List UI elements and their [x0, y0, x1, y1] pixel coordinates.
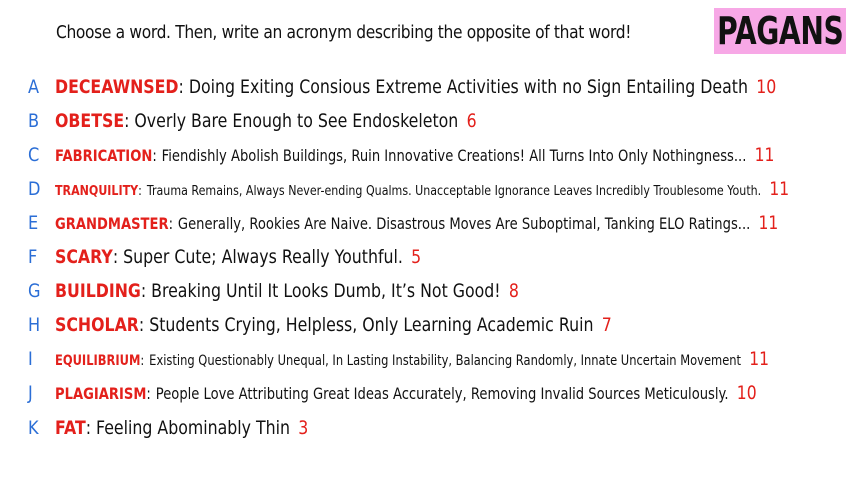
colon: : — [124, 110, 130, 132]
entry-acronym: Feeling Abominably Thin — [96, 417, 290, 439]
colon: : — [112, 246, 119, 268]
entry-content: FAT: Feeling Abominably Thin 3 — [55, 417, 308, 439]
entry-content: DECEAWNSED: Doing Exiting Consious Extre… — [55, 76, 776, 98]
entry-letter: K — [28, 417, 39, 439]
entry-7: H SCHOLAR: Students Crying, Helpless, On… — [28, 310, 726, 340]
entry-0: A DECEAWNSED: Doing Exiting Consious Ext… — [28, 72, 853, 102]
entry-acronym: Breaking Until It Looks Dumb, It’s Not G… — [151, 280, 501, 302]
entry-9: J PLAGIARISM: People Love Attributing Gr… — [28, 378, 853, 408]
entry-content: PLAGIARISM: People Love Attributing Grea… — [55, 382, 757, 404]
entry-2: C FABRICATION: Fiendishly Abolish Buildi… — [28, 140, 853, 170]
entry-count: 8 — [508, 280, 519, 302]
colon: : — [140, 280, 147, 302]
entry-letter: I — [28, 348, 33, 370]
entry-count: 5 — [411, 246, 422, 268]
colon: : — [85, 417, 92, 439]
entry-count: 6 — [466, 110, 477, 132]
logo-text: PAGANS — [716, 9, 844, 53]
entry-6: G BUILDING: Breaking Until It Looks Dumb… — [28, 276, 614, 306]
entry-word: EQUILIBRIUM — [55, 353, 141, 369]
entry-content: OBETSE: Overly Bare Enough to See Endosk… — [55, 110, 477, 132]
entry-letter: A — [28, 76, 40, 98]
entry-word: FABRICATION — [55, 146, 153, 165]
entry-word: DECEAWNSED — [55, 76, 179, 98]
entry-acronym: Overly Bare Enough to See Endoskeleton — [134, 110, 459, 132]
entry-word: SCARY — [55, 246, 113, 268]
entry-word: TRANQUILITY — [55, 183, 139, 199]
entry-count: 7 — [601, 314, 612, 336]
colon: : — [168, 214, 173, 233]
entry-content: EQUILIBRIUM: Existing Questionably Unequ… — [55, 348, 769, 370]
entry-content: GRANDMASTER: Generally, Rookies Are Naiv… — [55, 212, 778, 234]
entry-acronym: Trauma Remains, Always Never-ending Qual… — [146, 183, 762, 199]
entry-count: 11 — [769, 178, 790, 200]
entry-acronym: People Love Attributing Great Ideas Accu… — [155, 384, 729, 403]
entry-letter: E — [28, 212, 39, 234]
entry-acronym: Super Cute; Always Really Youthful. — [123, 246, 403, 268]
entry-3: D TRANQUILITY: Trauma Remains, Always Ne… — [28, 174, 853, 204]
entry-acronym: Students Crying, Helpless, Only Learning… — [149, 314, 594, 336]
entry-acronym: Existing Questionably Unequal, In Lastin… — [149, 353, 742, 369]
entry-content: FABRICATION: Fiendishly Abolish Building… — [55, 144, 774, 166]
colon: : — [138, 183, 142, 199]
entry-count: 11 — [758, 212, 779, 234]
entry-letter: H — [28, 314, 41, 336]
entry-word: OBETSE — [55, 110, 125, 132]
entry-word: PLAGIARISM — [55, 384, 147, 403]
pagans-logo: PAGANS — [714, 8, 846, 54]
entry-count: 11 — [754, 144, 775, 166]
entry-10: K FAT: Feeling Abominably Thin 3 — [28, 413, 360, 443]
entry-content: SCHOLAR: Students Crying, Helpless, Only… — [55, 314, 612, 336]
colon: : — [178, 76, 184, 98]
entry-1: B OBETSE: Overly Bare Enough to See Endo… — [28, 106, 563, 136]
entry-content: SCARY: Super Cute; Always Really Youthfu… — [55, 246, 421, 268]
entry-acronym: Fiendishly Abolish Buildings, Ruin Innov… — [161, 146, 747, 165]
colon: : — [140, 353, 145, 369]
entry-letter: C — [28, 144, 40, 166]
entry-8: I EQUILIBRIUM: Existing Questionably Une… — [28, 344, 853, 374]
entry-word: GRANDMASTER — [55, 214, 169, 233]
entry-letter: J — [28, 382, 33, 404]
entry-4: E GRANDMASTER: Generally, Rookies Are Na… — [28, 208, 853, 238]
entry-content: BUILDING: Breaking Until It Looks Dumb, … — [55, 280, 519, 302]
entry-count: 10 — [736, 382, 757, 404]
entry-letter: F — [28, 246, 38, 268]
colon: : — [146, 384, 151, 403]
entry-acronym: Generally, Rookies Are Naive. Disastrous… — [177, 214, 751, 233]
entry-letter: D — [28, 178, 41, 200]
entry-5: F SCARY: Super Cute; Always Really Youth… — [28, 242, 496, 272]
colon: : — [138, 314, 145, 336]
entry-word: SCHOLAR — [55, 314, 139, 336]
prompt-text: Choose a word. Then, write an acronym de… — [56, 22, 632, 43]
entry-letter: B — [28, 110, 40, 132]
entry-count: 10 — [756, 76, 777, 98]
entry-count: 3 — [298, 417, 309, 439]
entry-letter: G — [28, 280, 41, 302]
entry-word: BUILDING — [55, 280, 141, 302]
entry-content: TRANQUILITY: Trauma Remains, Always Neve… — [55, 178, 789, 200]
colon: : — [152, 146, 157, 165]
entry-word: FAT — [55, 417, 86, 439]
entry-count: 11 — [749, 348, 770, 370]
entry-acronym: Doing Exiting Consious Extreme Activitie… — [188, 76, 748, 98]
